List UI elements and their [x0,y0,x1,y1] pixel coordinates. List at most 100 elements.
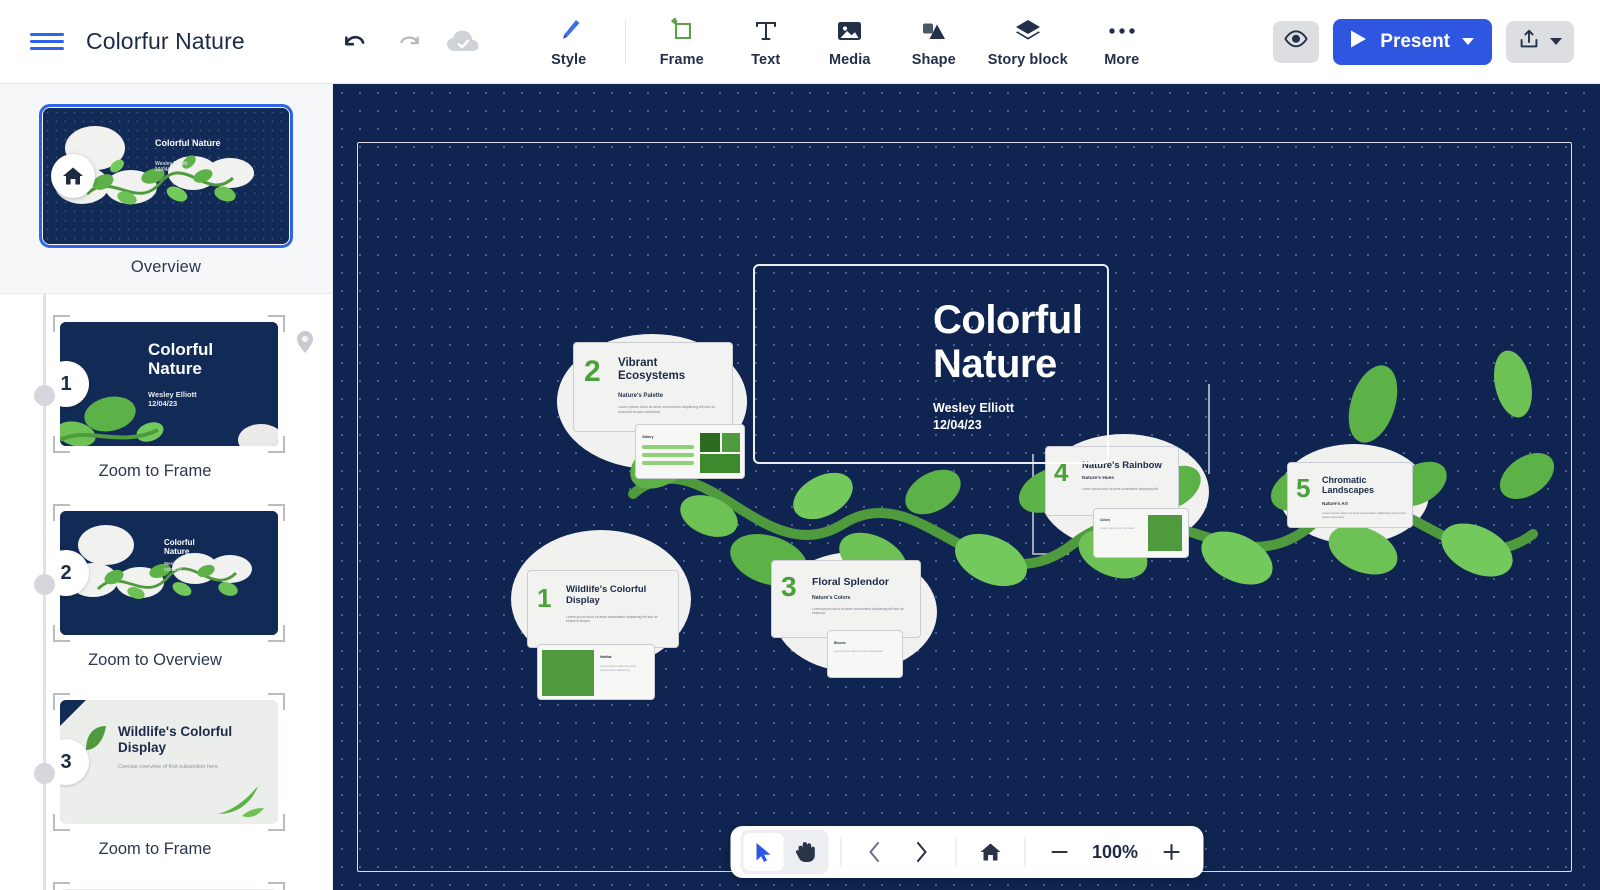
card-body: Lorem ipsum dolor sit amet consectetur a… [1322,511,1408,519]
history-controls [337,24,481,60]
slide-rail-dot[interactable] [34,574,55,595]
share-upload-icon [1518,28,1540,55]
home-button[interactable] [968,832,1012,872]
card-body: Lorem ipsum dolor sit amet consectetur a… [812,607,912,616]
frame-corner [268,693,285,710]
zoom-out-button[interactable] [1037,832,1081,872]
select-tool-button[interactable] [743,833,783,871]
present-button[interactable]: Present [1333,19,1492,65]
frame-corner [53,315,70,332]
slide-row: Wildlife's Colorful Display Concise over… [0,678,332,867]
slide-thumbnail-wrap: Colorful Nature Wesley Elliott 12/04/23 … [60,322,278,446]
tool-more[interactable]: More [1080,12,1164,72]
slide-3-label: Zoom to Frame [0,840,332,859]
canvas-card-1[interactable]: 1 Wildlife's ColorfulDisplay Lorem ipsum… [527,570,679,648]
slide-rail-dot[interactable] [34,385,55,406]
card-number: 5 [1296,473,1310,504]
frame-corner [268,504,285,521]
preview-button[interactable] [1273,21,1319,63]
toolbar: Style Frame Te [527,12,1164,72]
text-icon [753,16,779,46]
frame-corner [268,315,285,332]
canvas-bottom-toolbar: 100% [730,826,1203,878]
tool-text[interactable]: Text [724,12,808,72]
canvas-card-5[interactable]: 5 ChromaticLandscapes Nature's Art Lorem… [1287,462,1413,528]
card-title: VibrantEcosystems [618,357,728,383]
toolbar-divider [1024,837,1025,867]
frame-corner [53,693,70,710]
tool-frame[interactable]: Frame [640,12,724,72]
home-badge[interactable] [51,154,95,198]
hamburger-icon[interactable] [30,25,64,59]
present-label: Present [1380,31,1450,53]
ellipsis-icon [1108,16,1136,46]
frame-corner [53,436,70,453]
tool-shape[interactable]: Shape [892,12,976,72]
card-body: Lorem ipsum dolor sit amet consectetur a… [618,405,722,414]
layers-icon [1014,16,1042,46]
tool-shape-label: Shape [912,52,956,68]
canvas-card-3[interactable]: 3 Floral Splendor Nature's Colors Lorem … [771,560,921,638]
canvas-card-2[interactable]: 2 VibrantEcosystems Nature's Palette Lor… [573,342,733,432]
previous-frame-button[interactable] [853,832,897,872]
card-subtitle: Nature's Palette [618,393,663,399]
share-chevron-down-icon[interactable] [1550,38,1562,45]
home-icon [62,166,84,186]
home-icon [979,842,1001,862]
canvas-card-1-detail[interactable]: Habitat Lorem ipsum dolor sit amet conse… [537,644,655,700]
slide-row [0,867,332,890]
slide-thumbnail-2[interactable]: Colorful Nature Wesley Elliott 12/04/23 … [60,511,278,635]
slide-1-label: Zoom to Frame [0,462,332,481]
app-root: Colorfur Nature [0,0,1600,890]
chevron-down-icon[interactable] [1462,38,1474,45]
slide-thumbnail-wrap: Colorful Nature Wesley Elliott 12/04/23 … [60,511,278,635]
overview-thumb-title: Colorful Nature [155,138,221,148]
chevron-left-icon [868,841,883,863]
card-number: 3 [781,571,797,603]
leaf-icon [212,780,270,820]
tool-story-block[interactable]: Story block [976,12,1080,72]
next-frame-button[interactable] [899,832,943,872]
main-frame-byline: Wesley Elliott 12/04/23 [933,400,1014,434]
map-pin-icon[interactable] [296,330,314,354]
share-button[interactable] [1506,21,1574,63]
selected-frame[interactable]: Colorful Nature Wesley Elliott 12/04/23 [753,264,1109,464]
zoom-in-button[interactable] [1149,832,1193,872]
frame-corner [53,882,70,890]
card-subtitle: Nature's Colors [812,595,850,601]
plus-icon [1161,842,1181,862]
overview-thumbnail-wrap: Colorful Nature Wesley Elliott 12/04/23 [43,108,289,277]
canvas-card-2-detail[interactable]: Gallery [635,424,745,479]
slides-sidebar: Colorful Nature Wesley Elliott 12/04/23 [0,84,333,890]
overview-thumbnail[interactable]: Colorful Nature Wesley Elliott 12/04/23 [43,108,289,244]
editor-canvas[interactable]: 2 VibrantEcosystems Nature's Palette Lor… [333,84,1600,890]
slide-1-title: Colorful Nature [148,340,213,379]
redo-icon[interactable] [391,24,427,60]
tool-frame-label: Frame [660,52,704,68]
pan-tool-button[interactable] [785,833,825,871]
slide-thumbnail-3[interactable]: Wildlife's Colorful Display Concise over… [60,700,278,824]
sidebar-scroll-area[interactable]: Colorful Nature Wesley Elliott 12/04/23 [0,84,332,890]
canvas-card-4-detail[interactable]: Colors Lorem ipsum dolor sit amet. [1093,508,1189,558]
hand-icon [795,841,816,863]
slide-3-subtitle: Concise overview of first subsection her… [118,764,218,770]
slide-thumbnail-1[interactable]: Colorful Nature Wesley Elliott 12/04/23 … [60,322,278,446]
card-body: Lorem ipsum dolor sit amet consectetur a… [1082,487,1172,491]
canvas-card-3-detail[interactable]: Blooms Lorem ipsum dolor sit amet consec… [827,630,903,678]
cloud-check-icon [445,24,481,60]
cursor-arrow-icon [754,842,772,863]
tool-story-block-label: Story block [988,52,1068,68]
undo-icon[interactable] [337,24,373,60]
eye-icon [1284,30,1308,53]
canvas-artwork: 2 VibrantEcosystems Nature's Palette Lor… [333,84,1600,890]
overview-label: Overview [43,258,289,277]
tool-media[interactable]: Media [808,12,892,72]
card-title: Wildlife's ColorfulDisplay [566,585,676,606]
slide-2-byline: Wesley Elliott 12/04/23 [164,561,193,572]
card-subtitle: Nature's Art [1322,501,1348,506]
tool-style[interactable]: Style [527,12,611,72]
slide-rail-dot[interactable] [34,763,55,784]
zoom-level: 100% [1083,842,1147,863]
card-title: ChromaticLandscapes [1322,475,1413,495]
card-body: Lorem ipsum dolor sit amet consectetur a… [566,615,666,624]
